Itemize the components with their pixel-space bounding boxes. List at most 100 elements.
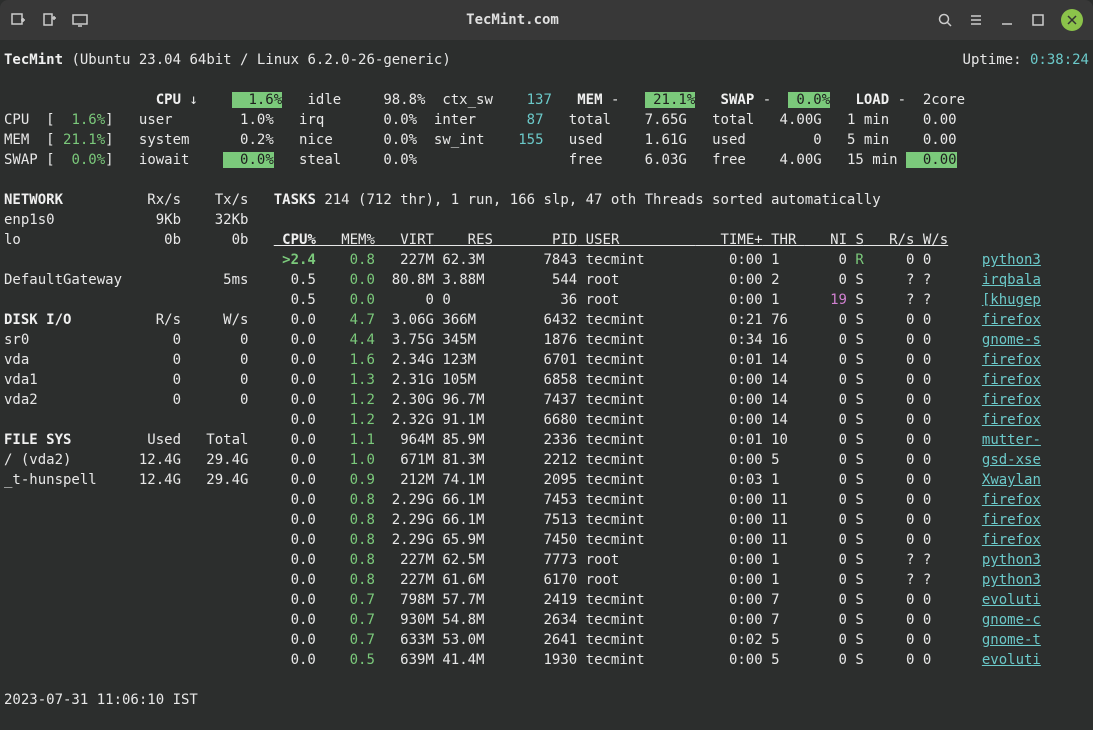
mem-total: 7.65G <box>628 112 687 128</box>
content-row: 0.0 0.8 2.29G 65.9M 7450 tecmint 0:00 11… <box>4 530 1089 550</box>
proc-mem: 0.5 <box>316 652 375 668</box>
swap-total-pct: 0.0% <box>788 92 830 108</box>
proc-cpu: 0.0 <box>274 372 316 388</box>
cpu-total: 1.6% <box>232 92 283 108</box>
load-1min: 0.00 <box>906 112 957 128</box>
uptime-label: Uptime: <box>963 52 1022 68</box>
lb-swap-label: SWAP <box>4 152 46 168</box>
network-iface: lo <box>4 232 114 248</box>
window-title: TecMint.com <box>88 12 937 28</box>
filesys-header: FILE SYS <box>4 432 114 448</box>
filesys-name: _t-hunspell <box>4 472 114 488</box>
cpu-idle: 98.8% <box>375 92 426 108</box>
mem-free: 6.03G <box>628 152 687 168</box>
proc-cpu: 0.0 <box>274 412 316 428</box>
proc-cmd: gsd-xse <box>982 452 1041 468</box>
proc-cpu: 0.0 <box>274 312 316 328</box>
proc-cpu: >2.4 <box>274 252 316 268</box>
content-row: vda1 0 0 0.0 1.3 2.31G 105M 6858 tecmint… <box>4 370 1089 390</box>
proc-cpu: 0.0 <box>274 452 316 468</box>
new-tab-icon[interactable] <box>10 12 26 28</box>
terminal-output[interactable]: TecMint (Ubuntu 23.04 64bit / Linux 6.2.… <box>0 40 1093 720</box>
proc-cpu: 0.0 <box>274 392 316 408</box>
cpu-header: CPU <box>156 92 181 108</box>
proc-mem: 1.0 <box>316 452 375 468</box>
proc-cpu: 0.0 <box>274 612 316 628</box>
content-row: 0.0 0.5 639M 41.4M 1930 tecmint 0:00 5 0… <box>4 650 1089 670</box>
proc-col-cpu: CPU% <box>274 232 316 248</box>
proc-cpu: 0.5 <box>274 272 316 288</box>
disk-name: vda <box>4 352 114 368</box>
content-row: 0.0 0.8 2.29G 66.1M 7453 tecmint 0:00 11… <box>4 490 1089 510</box>
proc-mem: 0.7 <box>316 612 375 628</box>
cpu-inter: 87 <box>501 112 543 128</box>
proc-cmd: Xwaylan <box>982 472 1041 488</box>
proc-mem: 4.4 <box>316 332 375 348</box>
proc-cmd: firefox <box>982 312 1041 328</box>
new-window-icon[interactable] <box>41 12 57 28</box>
disk-name: vda1 <box>4 372 114 388</box>
proc-cpu: 0.0 <box>274 572 316 588</box>
content-row: / (vda2) 12.4G 29.4G 0.0 1.0 671M 81.3M … <box>4 450 1089 470</box>
proc-mem: 0.0 <box>316 292 375 308</box>
disk-name: vda2 <box>4 392 114 408</box>
proc-cmd: firefox <box>982 512 1041 528</box>
proc-cpu: 0.0 <box>274 632 316 648</box>
content-row: 0.0 0.7 633M 53.0M 2641 tecmint 0:02 5 0… <box>4 630 1089 650</box>
maximize-icon[interactable] <box>1030 12 1046 28</box>
content-row: 0.0 0.7 930M 54.8M 2634 tecmint 0:00 7 0… <box>4 610 1089 630</box>
ctx-sw: 137 <box>510 92 552 108</box>
load-cores: 2core <box>914 92 965 108</box>
content-row: 0.0 0.8 2.29G 66.1M 7513 tecmint 0:00 11… <box>4 510 1089 530</box>
proc-cpu: 0.0 <box>274 432 316 448</box>
gateway-value: 5ms <box>173 272 249 288</box>
load-header: LOAD <box>855 92 889 108</box>
proc-mem: 0.8 <box>316 572 375 588</box>
lb-mem-label: MEM <box>4 132 46 148</box>
sysinfo: (Ubuntu 23.04 64bit / Linux 6.2.0-26-gen… <box>71 52 450 68</box>
lb-cpu-label: CPU <box>4 112 46 128</box>
lb-cpu-value: 1.6% <box>55 112 106 128</box>
content-row: 0.5 0.0 0 0 36 root 0:00 1 19 S ? ? [khu… <box>4 290 1089 310</box>
proc-cmd: gnome-c <box>982 612 1041 628</box>
minimize-icon[interactable] <box>999 12 1015 28</box>
content-row: vda 0 0 0.0 1.6 2.34G 123M 6701 tecmint … <box>4 350 1089 370</box>
proc-mem: 0.7 <box>316 592 375 608</box>
proc-mem: 1.6 <box>316 352 375 368</box>
proc-cmd: evoluti <box>982 652 1041 668</box>
proc-mem: 0.8 <box>316 492 375 508</box>
proc-mem: 0.9 <box>316 472 375 488</box>
load-5min: 0.00 <box>906 132 957 148</box>
cpu-system: 0.2% <box>223 132 274 148</box>
proc-cmd: firefox <box>982 532 1041 548</box>
proc-cpu: 0.5 <box>274 292 316 308</box>
content-row: FILE SYS Used Total 0.0 1.1 964M 85.9M 2… <box>4 430 1089 450</box>
close-icon[interactable] <box>1061 9 1083 31</box>
diskio-header: DISK I/O <box>4 312 114 328</box>
content-row: _t-hunspell 12.4G 29.4G 0.0 0.9 212M 74.… <box>4 470 1089 490</box>
proc-cmd: firefox <box>982 492 1041 508</box>
proc-mem: 0.0 <box>316 272 375 288</box>
proc-cmd: irqbala <box>982 272 1041 288</box>
content-row: DefaultGateway 5ms 0.5 0.0 80.8M 3.88M 5… <box>4 270 1089 290</box>
content-row: NETWORK Rx/s Tx/s TASKS 214 (712 thr), 1… <box>4 190 1089 210</box>
network-iface: enp1s0 <box>4 212 114 228</box>
proc-cmd: gnome-t <box>982 632 1041 648</box>
proc-cmd: firefox <box>982 352 1041 368</box>
proc-cmd: firefox <box>982 392 1041 408</box>
tasks-summary: 214 (712 thr), 1 run, 166 slp, 47 oth Th… <box>324 192 880 208</box>
screen-icon[interactable] <box>72 12 88 28</box>
proc-mem: 1.2 <box>316 392 375 408</box>
hostname: TecMint <box>4 52 63 68</box>
gateway-label: DefaultGateway <box>4 272 173 288</box>
menu-icon[interactable] <box>968 12 984 28</box>
search-icon[interactable] <box>937 12 953 28</box>
proc-cmd: firefox <box>982 372 1041 388</box>
swap-free: 4.00G <box>771 152 822 168</box>
cpu-irq: 0.0% <box>366 112 417 128</box>
proc-cpu: 0.0 <box>274 472 316 488</box>
network-header: NETWORK <box>4 192 114 208</box>
content-row: 0.0 0.7 798M 57.7M 2419 tecmint 0:00 7 0… <box>4 590 1089 610</box>
proc-cpu: 0.0 <box>274 552 316 568</box>
content-row: sr0 0 0 0.0 4.4 3.75G 345M 1876 tecmint … <box>4 330 1089 350</box>
